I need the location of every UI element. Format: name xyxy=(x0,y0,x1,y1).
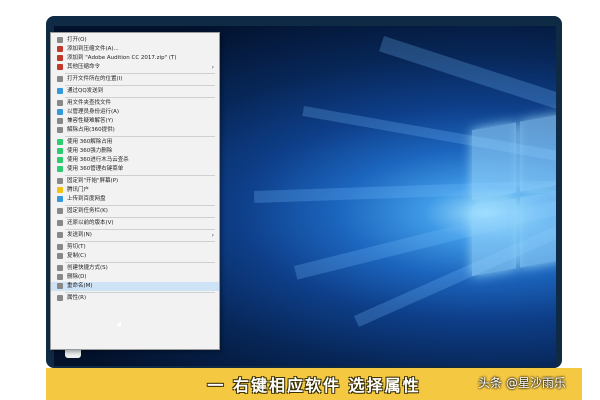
menu-item-label: 属性(R) xyxy=(67,295,87,301)
chevron-right-icon: › xyxy=(211,232,214,239)
menu-item-icon xyxy=(57,220,63,226)
menu-item-label: 打开(O) xyxy=(67,37,87,43)
menu-item-icon xyxy=(57,46,63,52)
menu-item-icon xyxy=(57,253,63,259)
menu-item-label: 固定到"开始"屏幕(P) xyxy=(67,178,119,184)
menu-item-icon xyxy=(57,100,63,106)
menu-item-label: 创建快捷方式(S) xyxy=(67,265,108,271)
menu-separator xyxy=(65,85,215,86)
menu-separator xyxy=(65,241,215,242)
menu-item[interactable]: 打开(O) xyxy=(51,36,219,45)
menu-item-icon xyxy=(57,148,63,154)
menu-item[interactable]: 还原以前的版本(V) xyxy=(51,219,219,228)
menu-item-label: 通过QQ发送到 xyxy=(67,88,104,94)
menu-item[interactable]: 复制(C) xyxy=(51,252,219,261)
menu-item[interactable]: 用文件夹查找文件 xyxy=(51,99,219,108)
menu-item-label: 固定到任务栏(K) xyxy=(67,208,108,214)
menu-item-icon xyxy=(57,208,63,214)
menu-item[interactable]: 添加到压缩文件(A)... xyxy=(51,45,219,54)
menu-item-icon xyxy=(57,274,63,280)
menu-item[interactable]: 其他压缩命令 › xyxy=(51,63,219,72)
menu-item[interactable]: 以管理员身份运行(A) xyxy=(51,108,219,117)
menu-item[interactable]: 兼容性疑难解答(Y) xyxy=(51,117,219,126)
menu-item-label: 使用 360强力删除 xyxy=(67,148,113,154)
menu-item-icon xyxy=(57,37,63,43)
menu-separator xyxy=(65,292,215,293)
menu-item[interactable]: 属性(R) xyxy=(51,294,219,303)
light-beam xyxy=(379,36,556,114)
menu-item[interactable]: 通过QQ发送到 xyxy=(51,87,219,96)
menu-item-label: 复制(C) xyxy=(67,253,87,259)
menu-item-label: 解除占用(360提供) xyxy=(67,127,115,133)
menu-item[interactable]: 添加到 "Adobe Audition CC 2017.zip" (T) xyxy=(51,54,219,63)
menu-item-icon xyxy=(57,187,63,193)
menu-item[interactable]: 固定到任务栏(K) xyxy=(51,207,219,216)
menu-item[interactable]: 创建快捷方式(S) xyxy=(51,264,219,273)
menu-item-icon xyxy=(57,295,63,301)
menu-separator xyxy=(65,175,215,176)
menu-item-icon xyxy=(57,139,63,145)
menu-item-icon xyxy=(57,118,63,124)
slide-frame: WeGame网络ESC Au 打开(O)添加到压缩文件(A)...添加到 "Ad… xyxy=(6,0,600,400)
menu-item-label: 使用 360解除占用 xyxy=(67,139,113,145)
menu-item[interactable]: 使用 360解除占用 xyxy=(51,138,219,147)
menu-item-icon xyxy=(57,244,63,250)
context-menu: 打开(O) 添加到压缩文件(A)... 添加到 "Adobe Audition CC… xyxy=(50,32,220,350)
menu-item-label: 用文件夹查找文件 xyxy=(67,100,112,106)
menu-item-label: 添加到 "Adobe Audition CC 2017.zip" (T) xyxy=(67,55,177,61)
menu-item-label: 还原以前的版本(V) xyxy=(67,220,114,226)
menu-item-label: 以管理员身份运行(A) xyxy=(67,109,120,115)
menu-item-icon xyxy=(57,76,63,82)
menu-item-label: 发送到(N) xyxy=(67,232,92,238)
menu-separator xyxy=(65,262,215,263)
menu-item-label: 添加到压缩文件(A)... xyxy=(67,46,119,52)
menu-item-icon xyxy=(57,109,63,115)
menu-item-icon xyxy=(57,265,63,271)
chevron-right-icon: › xyxy=(211,64,214,71)
menu-item-icon xyxy=(57,127,63,133)
menu-item-icon xyxy=(57,283,63,289)
menu-item-label: 上传到百度网盘 xyxy=(67,196,106,202)
menu-item[interactable]: 发送到(N) › xyxy=(51,231,219,240)
menu-separator xyxy=(65,97,215,98)
menu-item[interactable]: 使用 360强力删除 xyxy=(51,147,219,156)
menu-separator xyxy=(65,205,215,206)
menu-item-icon xyxy=(57,88,63,94)
menu-item-icon xyxy=(57,55,63,61)
windows-logo xyxy=(472,113,556,280)
menu-separator xyxy=(65,136,215,137)
menu-item-icon xyxy=(57,196,63,202)
menu-item-label: 其他压缩命令 xyxy=(67,64,101,70)
menu-item[interactable]: 重命名(M) xyxy=(51,282,219,291)
menu-separator xyxy=(65,73,215,74)
menu-separator xyxy=(65,217,215,218)
menu-item-icon xyxy=(57,157,63,163)
menu-item-icon xyxy=(57,232,63,238)
menu-item-icon xyxy=(57,166,63,172)
menu-item[interactable]: 剪切(T) xyxy=(51,243,219,252)
menu-item-label: 删除(D) xyxy=(67,274,87,280)
menu-item-label: 腾讯门户 xyxy=(67,187,90,193)
menu-item-label: 打开文件所在的位置(I) xyxy=(67,76,123,82)
menu-item[interactable]: 使用 360进行木马云查杀 xyxy=(51,156,219,165)
menu-item-label: 剪切(T) xyxy=(67,244,86,250)
menu-item-label: 兼容性疑难解答(Y) xyxy=(67,118,114,124)
menu-item[interactable]: 使用 360管理右键菜单 xyxy=(51,165,219,174)
menu-item[interactable]: 解除占用(360提供) xyxy=(51,126,219,135)
menu-item[interactable]: 固定到"开始"屏幕(P) xyxy=(51,177,219,186)
menu-item-label: 使用 360进行木马云查杀 xyxy=(67,157,129,163)
menu-item-icon xyxy=(57,178,63,184)
menu-item[interactable]: 上传到百度网盘 xyxy=(51,195,219,204)
menu-item[interactable]: 删除(D) xyxy=(51,273,219,282)
menu-item-label: 使用 360管理右键菜单 xyxy=(67,166,124,172)
menu-item-label: 重命名(M) xyxy=(67,283,93,289)
watermark: 头条 @星沙雨乐 xyxy=(478,376,566,390)
menu-item[interactable]: 腾讯门户 xyxy=(51,186,219,195)
menu-item[interactable]: 打开文件所在的位置(I) xyxy=(51,75,219,84)
menu-item-icon xyxy=(57,64,63,70)
menu-separator xyxy=(65,229,215,230)
